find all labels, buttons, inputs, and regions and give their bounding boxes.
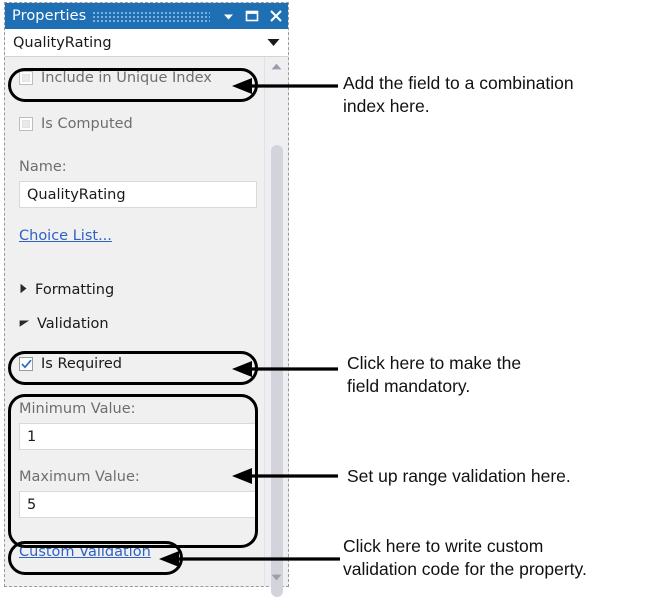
- choice-list-row[interactable]: Choice List...: [19, 225, 254, 247]
- maximum-value-label: Maximum Value:: [19, 469, 140, 485]
- panel-titlebar[interactable]: Properties: [5, 3, 288, 29]
- annotation-text-2: Click here to make the field mandatory.: [347, 353, 522, 396]
- annotation-text-1: Add the field to a combination index her…: [343, 73, 574, 116]
- object-selector-value: QualityRating: [13, 34, 112, 51]
- include-in-unique-index-label: Include in Unique Index: [41, 70, 212, 86]
- group-formatting-label: Formatting: [35, 282, 115, 298]
- maximum-value-input[interactable]: 5: [19, 491, 257, 518]
- annotation-arrow-4: [155, 549, 340, 569]
- minimum-value-input-value: 1: [27, 428, 37, 445]
- row-is-computed[interactable]: Is Computed: [19, 113, 254, 135]
- name-field-label-row: Name:: [19, 157, 254, 177]
- is-required-checkbox[interactable]: [19, 357, 33, 371]
- name-input[interactable]: QualityRating: [19, 181, 257, 208]
- close-icon[interactable]: [264, 3, 288, 29]
- minimum-value-input[interactable]: 1: [19, 423, 257, 450]
- properties-body: Include in Unique Index Is Computed Name…: [5, 57, 288, 597]
- minimum-value-label-row: Minimum Value:: [19, 399, 254, 419]
- row-is-required[interactable]: Is Required: [19, 353, 254, 375]
- is-computed-checkbox[interactable]: [19, 117, 33, 131]
- chevron-down-icon[interactable]: [267, 34, 280, 52]
- scrollbar-down-arrow-icon[interactable]: [265, 568, 288, 586]
- properties-scrollbar[interactable]: [264, 57, 288, 597]
- name-input-value: QualityRating: [27, 186, 126, 203]
- choice-list-link[interactable]: Choice List...: [19, 228, 112, 244]
- is-computed-label: Is Computed: [41, 116, 133, 132]
- maximum-value-label-row: Maximum Value:: [19, 467, 254, 487]
- annotation-arrow-3: [228, 466, 338, 486]
- triangle-down-icon[interactable]: [19, 315, 30, 333]
- annotation-arrow-1: [228, 76, 338, 96]
- scrollbar-up-arrow-icon[interactable]: [265, 57, 288, 75]
- include-in-unique-index-checkbox[interactable]: [19, 71, 33, 85]
- panel-title: Properties: [12, 8, 87, 24]
- chevron-down-icon[interactable]: [216, 3, 240, 29]
- name-field-label: Name:: [19, 159, 67, 175]
- is-required-label: Is Required: [41, 356, 122, 372]
- titlebar-grip: [92, 10, 210, 22]
- properties-list: Include in Unique Index Is Computed Name…: [5, 57, 264, 586]
- custom-validation-link[interactable]: Custom Validation: [19, 544, 151, 560]
- triangle-right-icon[interactable]: [19, 281, 28, 299]
- row-include-in-unique-index[interactable]: Include in Unique Index: [19, 67, 254, 89]
- annotation-text-4: Click here to write custom validation co…: [343, 536, 587, 579]
- object-selector-combobox[interactable]: QualityRating: [5, 29, 288, 57]
- minimum-value-label: Minimum Value:: [19, 401, 136, 417]
- annotation-text-3: Set up range validation here.: [347, 466, 571, 486]
- maximize-icon[interactable]: [240, 3, 264, 29]
- group-formatting[interactable]: Formatting: [19, 279, 254, 301]
- group-validation[interactable]: Validation: [19, 313, 254, 335]
- annotation-arrow-2: [228, 359, 338, 379]
- group-validation-label: Validation: [37, 316, 109, 332]
- maximum-value-input-value: 5: [27, 496, 37, 513]
